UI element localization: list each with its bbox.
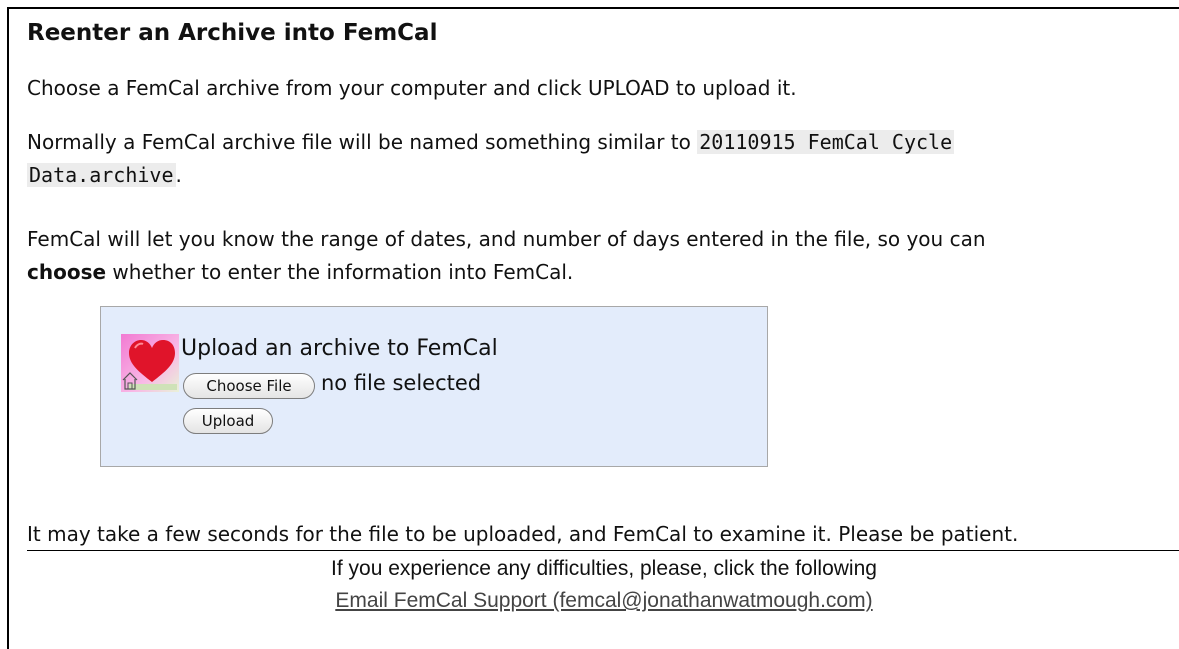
choose-emphasis: choose xyxy=(27,260,107,284)
page-frame: Reenter an Archive into FemCal Choose a … xyxy=(7,7,1179,649)
info-paragraph: FemCal will let you know the range of da… xyxy=(27,223,986,289)
filename-intro-text: Normally a FemCal archive file will be n… xyxy=(27,130,698,154)
filename-period: . xyxy=(175,163,182,187)
email-support-link: Email FemCal Support (femcal@jonathanwat… xyxy=(27,589,1179,613)
patience-paragraph: It may take a few seconds for the file t… xyxy=(27,522,1019,546)
footer-text: If you experience any difficulties, plea… xyxy=(331,557,877,580)
divider xyxy=(27,550,1179,551)
file-status-text: no file selected xyxy=(321,371,482,395)
instruction-paragraph: Choose a FemCal archive from your comput… xyxy=(27,76,797,100)
page-title: Reenter an Archive into FemCal xyxy=(27,20,438,46)
example-filename-part2: Data.archive xyxy=(27,163,176,187)
upload-form: Upload an archive to FemCal Choose File … xyxy=(100,306,768,467)
upload-button[interactable]: Upload xyxy=(183,408,273,434)
email-support-anchor[interactable]: Email FemCal Support (femcal@jonathanwat… xyxy=(335,589,872,612)
info-line2: whether to enter the information into Fe… xyxy=(106,260,574,284)
upload-heading: Upload an archive to FemCal xyxy=(181,336,498,361)
choose-file-button[interactable]: Choose File xyxy=(183,373,315,399)
example-filename-part1: 20110915 FemCal Cycle xyxy=(697,130,955,154)
filename-paragraph: Normally a FemCal archive file will be n… xyxy=(27,126,955,192)
femcal-heart-icon xyxy=(121,334,179,392)
info-line1: FemCal will let you know the range of da… xyxy=(27,227,986,251)
